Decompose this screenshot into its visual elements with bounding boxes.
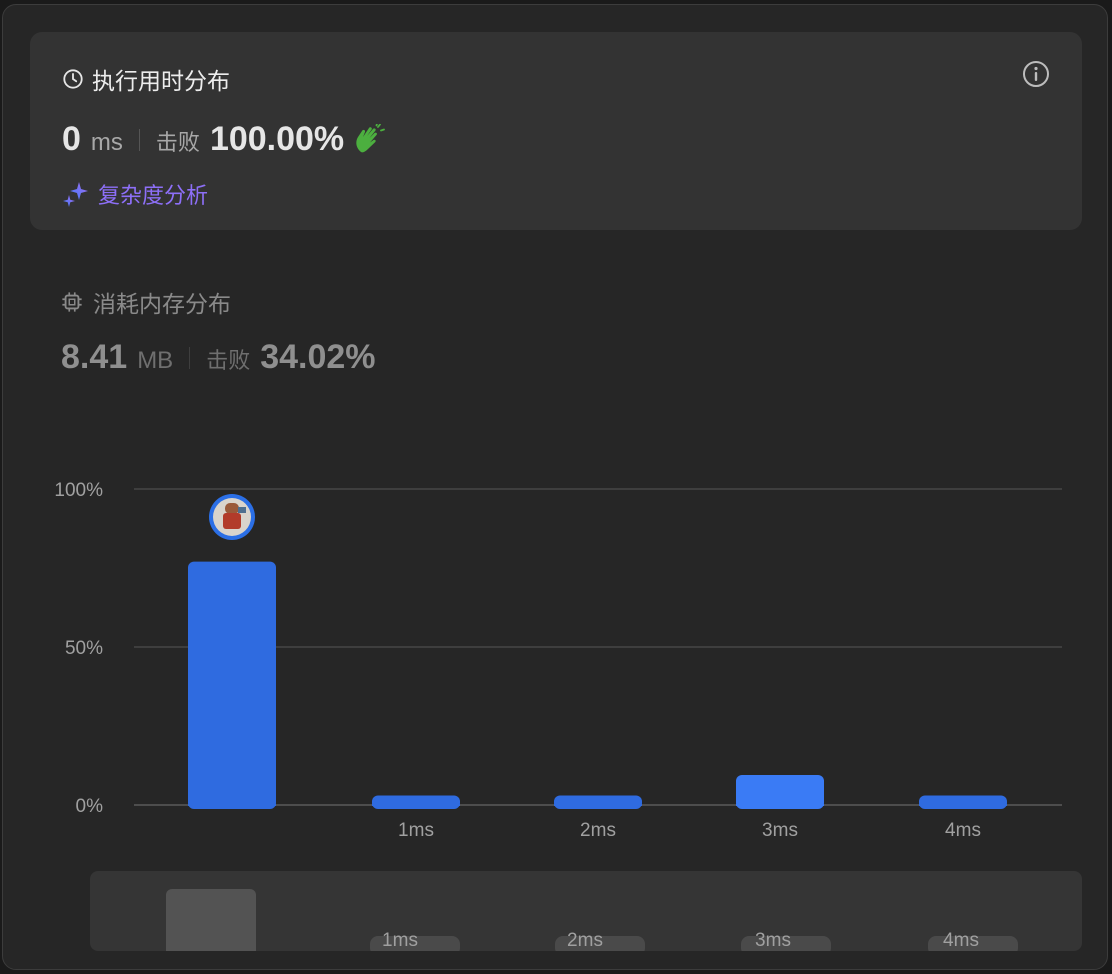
x-tick-label: 3ms — [762, 820, 798, 841]
overview-tick-label: 1ms — [382, 930, 418, 951]
x-tick-label: 1ms — [398, 820, 434, 841]
y-tick-label: 0% — [76, 796, 104, 817]
avatar[interactable] — [209, 494, 255, 540]
runtime-distribution-panel: 执行用时分布 0 ms 击败 100.00% 复杂度分析 消耗内存分布 8.41… — [2, 4, 1108, 970]
overview-chart[interactable]: 1ms 2ms 3ms 4ms — [90, 871, 1082, 951]
x-tick-label: 2ms — [580, 820, 616, 841]
overview-bar — [166, 889, 256, 951]
overview-tick-label: 2ms — [567, 930, 603, 951]
overview-tick-label: 3ms — [755, 930, 791, 951]
chart-range-overview[interactable]: 1ms 2ms 3ms 4ms — [90, 871, 1082, 951]
bar-base — [372, 804, 460, 806]
avatar-figure-head — [225, 503, 239, 514]
avatar-background — [238, 507, 246, 513]
bar[interactable] — [919, 795, 1007, 809]
overview-tick-label: 4ms — [943, 930, 979, 951]
bar-base — [554, 804, 642, 806]
y-tick-label: 100% — [54, 480, 103, 501]
y-tick-label: 50% — [65, 638, 103, 659]
x-tick-label: 4ms — [945, 820, 981, 841]
bar-base — [919, 804, 1007, 806]
bar[interactable] — [736, 774, 824, 809]
bar[interactable] — [188, 561, 276, 809]
bar[interactable] — [372, 795, 460, 809]
runtime-bar-chart[interactable]: 0% 50% 100% 1ms 2ms 3ms 4ms — [3, 5, 1107, 865]
bar-base — [188, 804, 276, 806]
avatar-figure-body — [223, 513, 241, 529]
bar[interactable] — [554, 795, 642, 809]
bar-base — [736, 804, 824, 806]
